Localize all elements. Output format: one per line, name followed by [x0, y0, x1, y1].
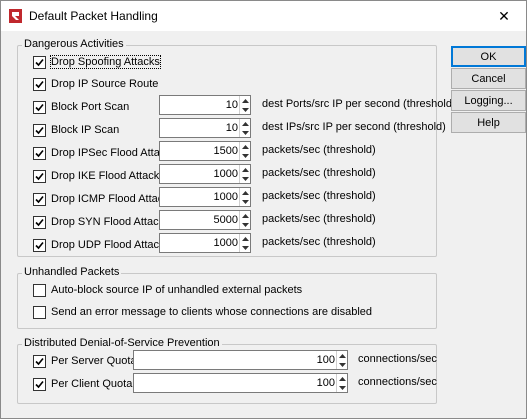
block-port-scan-label: Block Port Scan [51, 101, 130, 113]
logging-button[interactable]: Logging... [451, 90, 526, 111]
drop-spoofing-row[interactable]: Drop Spoofing Attacks [33, 53, 193, 73]
drop-ip-source-route-checkbox[interactable] [33, 78, 46, 91]
dangerous-activities-group: Dangerous Activities Drop Spoofing Attac… [17, 38, 456, 257]
block-port-scan-row[interactable]: Block Port Scan [33, 98, 163, 118]
per-server-quota-label: Per Server Quota [51, 355, 137, 367]
send-error-row[interactable]: Send an error message to clients whose c… [33, 303, 423, 323]
drop-ipsec-flood-row[interactable]: Drop IPSec Flood Attack [33, 144, 171, 164]
drop-ike-flood-checkbox[interactable] [33, 170, 46, 183]
per-client-quota-spinner[interactable]: 100 [133, 373, 348, 393]
drop-ike-flood-unit: packets/sec (threshold) [262, 167, 376, 179]
block-ip-scan-label: Block IP Scan [51, 124, 120, 136]
drop-udp-flood-spinner[interactable]: 1000 [159, 233, 251, 253]
spin-up-icon[interactable] [240, 165, 250, 174]
drop-icmp-flood-spinner[interactable]: 1000 [159, 187, 251, 207]
spinner-value: 100 [316, 377, 335, 389]
block-port-scan-spinner[interactable]: 10 [159, 95, 251, 115]
auto-block-checkbox[interactable] [33, 284, 46, 297]
auto-block-row[interactable]: Auto-block source IP of unhandled extern… [33, 281, 333, 301]
spinner-value: 1500 [213, 145, 238, 157]
block-ip-scan-checkbox[interactable] [33, 124, 46, 137]
per-server-quota-unit: connections/sec [358, 353, 437, 365]
drop-udp-flood-unit: packets/sec (threshold) [262, 236, 376, 248]
spin-up-icon[interactable] [337, 374, 347, 383]
drop-syn-flood-unit: packets/sec (threshold) [262, 213, 376, 225]
spin-down-icon[interactable] [240, 243, 250, 252]
drop-spoofing-checkbox[interactable] [33, 56, 46, 69]
drop-syn-flood-label: Drop SYN Flood Attack [51, 216, 165, 228]
drop-syn-flood-checkbox[interactable] [33, 216, 46, 229]
spinner-value: 1000 [213, 237, 238, 249]
title-bar: Default Packet Handling ✕ [1, 1, 526, 31]
spinner-value: 100 [316, 354, 335, 366]
spin-down-icon[interactable] [337, 383, 347, 392]
drop-udp-flood-checkbox[interactable] [33, 239, 46, 252]
drop-spoofing-label: Drop Spoofing Attacks [50, 55, 161, 69]
block-ip-scan-spinner[interactable]: 10 [159, 118, 251, 138]
spin-up-icon[interactable] [337, 351, 347, 360]
dialog-window: Default Packet Handling ✕ Dangerous Acti… [0, 0, 527, 419]
auto-block-label: Auto-block source IP of unhandled extern… [51, 284, 303, 296]
group-title-dangerous: Dangerous Activities [22, 38, 126, 50]
spin-down-icon[interactable] [240, 220, 250, 229]
per-server-quota-row[interactable]: Per Server Quota [33, 352, 143, 372]
drop-syn-flood-row[interactable]: Drop SYN Flood Attack [33, 213, 165, 233]
group-title-ddos: Distributed Denial-of-Service Prevention [22, 337, 222, 349]
per-client-quota-row[interactable]: Per Client Quota [33, 375, 143, 395]
spin-down-icon[interactable] [240, 197, 250, 206]
spin-up-icon[interactable] [240, 234, 250, 243]
drop-udp-flood-row[interactable]: Drop UDP Flood Attack [33, 236, 165, 256]
spin-down-icon[interactable] [240, 105, 250, 114]
drop-ipsec-flood-spinner[interactable]: 1500 [159, 141, 251, 161]
spin-up-icon[interactable] [240, 211, 250, 220]
send-error-label: Send an error message to clients whose c… [51, 306, 373, 318]
block-port-scan-checkbox[interactable] [33, 101, 46, 114]
drop-ip-source-route-label: Drop IP Source Route [51, 78, 159, 90]
unhandled-packets-group: Unhandled Packets Auto-block source IP o… [17, 266, 437, 329]
send-error-checkbox[interactable] [33, 306, 46, 319]
drop-icmp-flood-checkbox[interactable] [33, 193, 46, 206]
spinner-value: 10 [225, 99, 238, 111]
spin-up-icon[interactable] [240, 188, 250, 197]
block-ip-scan-unit: dest IPs/src IP per second (threshold) [262, 121, 446, 133]
app-icon [9, 9, 22, 23]
per-client-quota-label: Per Client Quota [51, 378, 133, 390]
drop-icmp-flood-row[interactable]: Drop ICMP Flood Attack [33, 190, 169, 210]
help-button[interactable]: Help [451, 112, 526, 133]
block-port-scan-unit: dest Ports/src IP per second (threshold) [262, 98, 456, 110]
spin-down-icon[interactable] [240, 128, 250, 137]
spinner-value: 5000 [213, 214, 238, 226]
per-server-quota-spinner[interactable]: 100 [133, 350, 348, 370]
block-ip-scan-row[interactable]: Block IP Scan [33, 121, 163, 141]
drop-ike-flood-row[interactable]: Drop IKE Flood Attack [33, 167, 163, 187]
window-title: Default Packet Handling [29, 9, 158, 23]
ok-button[interactable]: OK [451, 46, 526, 67]
drop-icmp-flood-label: Drop ICMP Flood Attack [51, 193, 169, 205]
spin-up-icon[interactable] [240, 96, 250, 105]
drop-udp-flood-label: Drop UDP Flood Attack [51, 239, 165, 251]
group-title-unhandled: Unhandled Packets [22, 266, 122, 278]
drop-ipsec-flood-checkbox[interactable] [33, 147, 46, 160]
drop-icmp-flood-unit: packets/sec (threshold) [262, 190, 376, 202]
cancel-button[interactable]: Cancel [451, 68, 526, 89]
ddos-prevention-group: Distributed Denial-of-Service Prevention… [17, 337, 437, 404]
per-client-quota-unit: connections/sec [358, 376, 437, 388]
spinner-value: 1000 [213, 191, 238, 203]
drop-ipsec-flood-label: Drop IPSec Flood Attack [51, 147, 171, 159]
close-icon[interactable]: ✕ [482, 1, 526, 31]
drop-ip-source-route-row[interactable]: Drop IP Source Route [33, 75, 193, 95]
spin-down-icon[interactable] [337, 360, 347, 369]
spin-up-icon[interactable] [240, 119, 250, 128]
spin-up-icon[interactable] [240, 142, 250, 151]
per-server-quota-checkbox[interactable] [33, 355, 46, 368]
drop-ipsec-flood-unit: packets/sec (threshold) [262, 144, 376, 156]
drop-syn-flood-spinner[interactable]: 5000 [159, 210, 251, 230]
drop-ike-flood-spinner[interactable]: 1000 [159, 164, 251, 184]
spin-down-icon[interactable] [240, 174, 250, 183]
spinner-value: 10 [225, 122, 238, 134]
per-client-quota-checkbox[interactable] [33, 378, 46, 391]
spin-down-icon[interactable] [240, 151, 250, 160]
spinner-value: 1000 [213, 168, 238, 180]
drop-ike-flood-label: Drop IKE Flood Attack [51, 170, 160, 182]
